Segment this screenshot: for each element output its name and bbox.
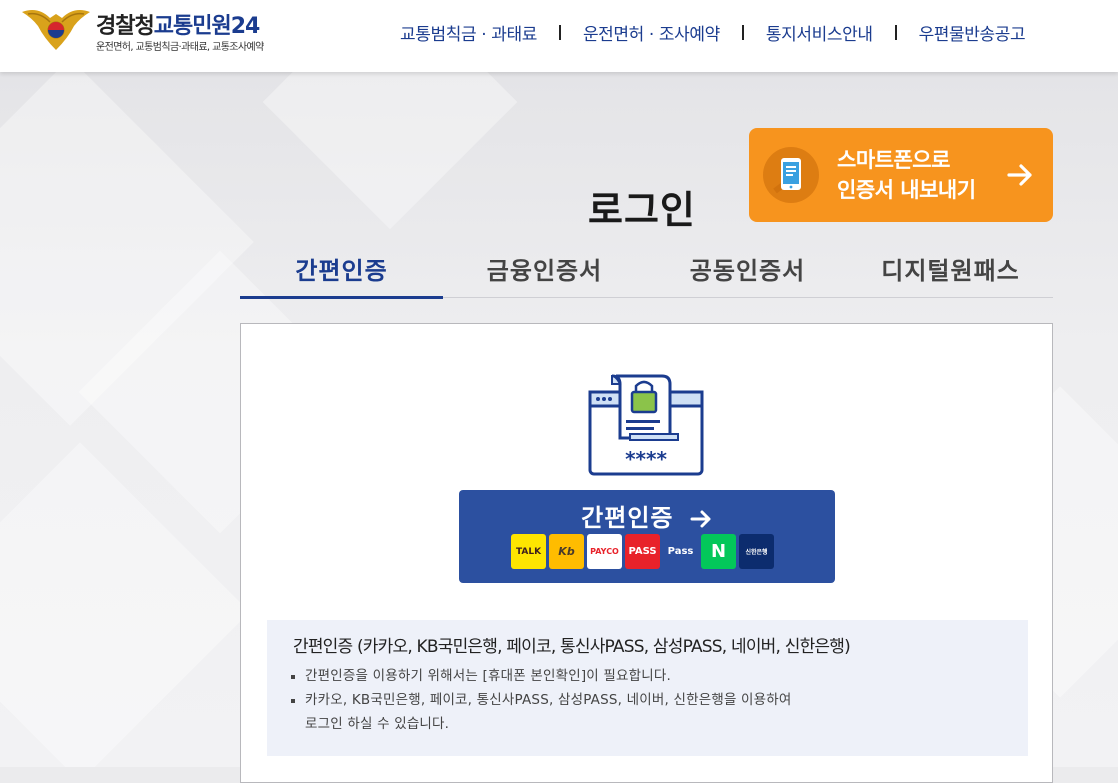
provider-label: PASS <box>628 546 657 557</box>
tab-financial-cert[interactable]: 금융인증서 <box>443 240 646 298</box>
page-title: 로그인 <box>588 188 696 233</box>
smartphone-icon <box>763 147 819 203</box>
nav-separator <box>741 24 744 40</box>
info-heading: 간편인증 (카카오, KB국민은행, 페이코, 통신사PASS, 삼성PASS,… <box>293 637 851 657</box>
provider-label: Kb <box>558 545 575 558</box>
simple-auth-label: 간편인증 <box>459 498 835 533</box>
provider-label: Pass <box>667 546 694 557</box>
nav-separator <box>894 24 897 40</box>
logo-title: 경찰청교통민원24 <box>96 8 261 40</box>
tab-joint-cert[interactable]: 공동인증서 <box>646 240 849 298</box>
illustration-password-mask: **** <box>625 447 667 471</box>
provider-label: PAYCO <box>590 547 619 556</box>
bg-shape <box>262 72 518 230</box>
tab-simple-auth[interactable]: 간편인증 <box>240 240 443 299</box>
info-list: 간편인증을 이용하기 위해서는 [휴대폰 본인확인]이 필요합니다. 카카오, … <box>289 664 792 736</box>
info-item: 간편인증을 이용하기 위해서는 [휴대폰 본인확인]이 필요합니다. <box>289 664 792 688</box>
simple-auth-info-box: 간편인증 (카카오, KB국민은행, 페이코, 통신사PASS, 삼성PASS,… <box>267 620 1028 756</box>
smartphone-export-line1: 스마트폰으로 <box>837 148 950 172</box>
info-item-text: 카카오, KB국민은행, 페이코, 통신사PASS, 삼성PASS, 네이버, … <box>305 692 792 708</box>
certificate-lock-icon: **** <box>588 374 704 476</box>
main-nav: 교통범칙금 · 과태료 운전면허 · 조사예약 통지서비스안내 우편물반송공고 <box>400 20 1026 45</box>
arrow-right-icon <box>690 510 711 528</box>
provider-label: TALK <box>515 546 542 557</box>
info-item-text: 간편인증을 이용하기 위해서는 [휴대폰 본인확인]이 필요합니다. <box>305 668 672 684</box>
samsung-pass-icon: Pass <box>663 534 698 569</box>
logo-title-main: 경찰청 <box>96 14 155 39</box>
shinhan-bank-icon: 신한은행 <box>739 534 774 569</box>
site-logo[interactable]: 경찰청교통민원24 운전면허, 교통범칙금·과태료, 교통조사예약 <box>20 4 320 64</box>
nav-item-notification[interactable]: 통지서비스안내 <box>766 20 873 45</box>
naver-icon: N <box>701 534 736 569</box>
tab-digital-onepass[interactable]: 디지털원패스 <box>849 240 1052 298</box>
payco-icon: PAYCO <box>587 534 622 569</box>
login-panel: **** 간편인증 TALK Kb PAYCO PASS Pass N 신한은행… <box>240 323 1053 783</box>
kb-bank-icon: Kb <box>549 534 584 569</box>
simple-auth-label-text: 간편인증 <box>581 504 674 532</box>
kakao-talk-icon: TALK <box>511 534 546 569</box>
logo-tagline: 운전면허, 교통범칙금·과태료, 교통조사예약 <box>96 42 264 53</box>
smartphone-export-button[interactable]: 스마트폰으로 인증서 내보내기 <box>749 128 1053 222</box>
nav-item-license[interactable]: 운전면허 · 조사예약 <box>583 20 720 45</box>
nav-separator <box>558 24 561 40</box>
police-emblem-icon <box>22 10 90 50</box>
nav-item-fines[interactable]: 교통범칙금 · 과태료 <box>400 20 537 45</box>
telecom-pass-icon: PASS <box>625 534 660 569</box>
login-method-tabs: 간편인증 금융인증서 공동인증서 디지털원패스 <box>240 240 1053 299</box>
info-item-continuation: 로그인 하실 수 있습니다. <box>305 716 450 732</box>
logo-title-sub: 교통민원24 <box>153 14 261 39</box>
provider-label: 신한은행 <box>745 549 768 556</box>
nav-item-returned-mail[interactable]: 우편물반송공고 <box>919 20 1026 45</box>
smartphone-export-line2: 인증서 내보내기 <box>837 178 976 202</box>
simple-auth-button[interactable]: 간편인증 TALK Kb PAYCO PASS Pass N 신한은행 <box>459 490 835 583</box>
auth-provider-list: TALK Kb PAYCO PASS Pass N 신한은행 <box>511 534 774 569</box>
arrow-right-icon <box>1007 164 1032 186</box>
site-header: 경찰청교통민원24 운전면허, 교통범칙금·과태료, 교통조사예약 교통범칙금 … <box>0 0 1118 72</box>
smartphone-export-label: 스마트폰으로 인증서 내보내기 <box>837 145 976 205</box>
info-item: 카카오, KB국민은행, 페이코, 통신사PASS, 삼성PASS, 네이버, … <box>289 688 792 736</box>
provider-label: N <box>710 541 727 562</box>
